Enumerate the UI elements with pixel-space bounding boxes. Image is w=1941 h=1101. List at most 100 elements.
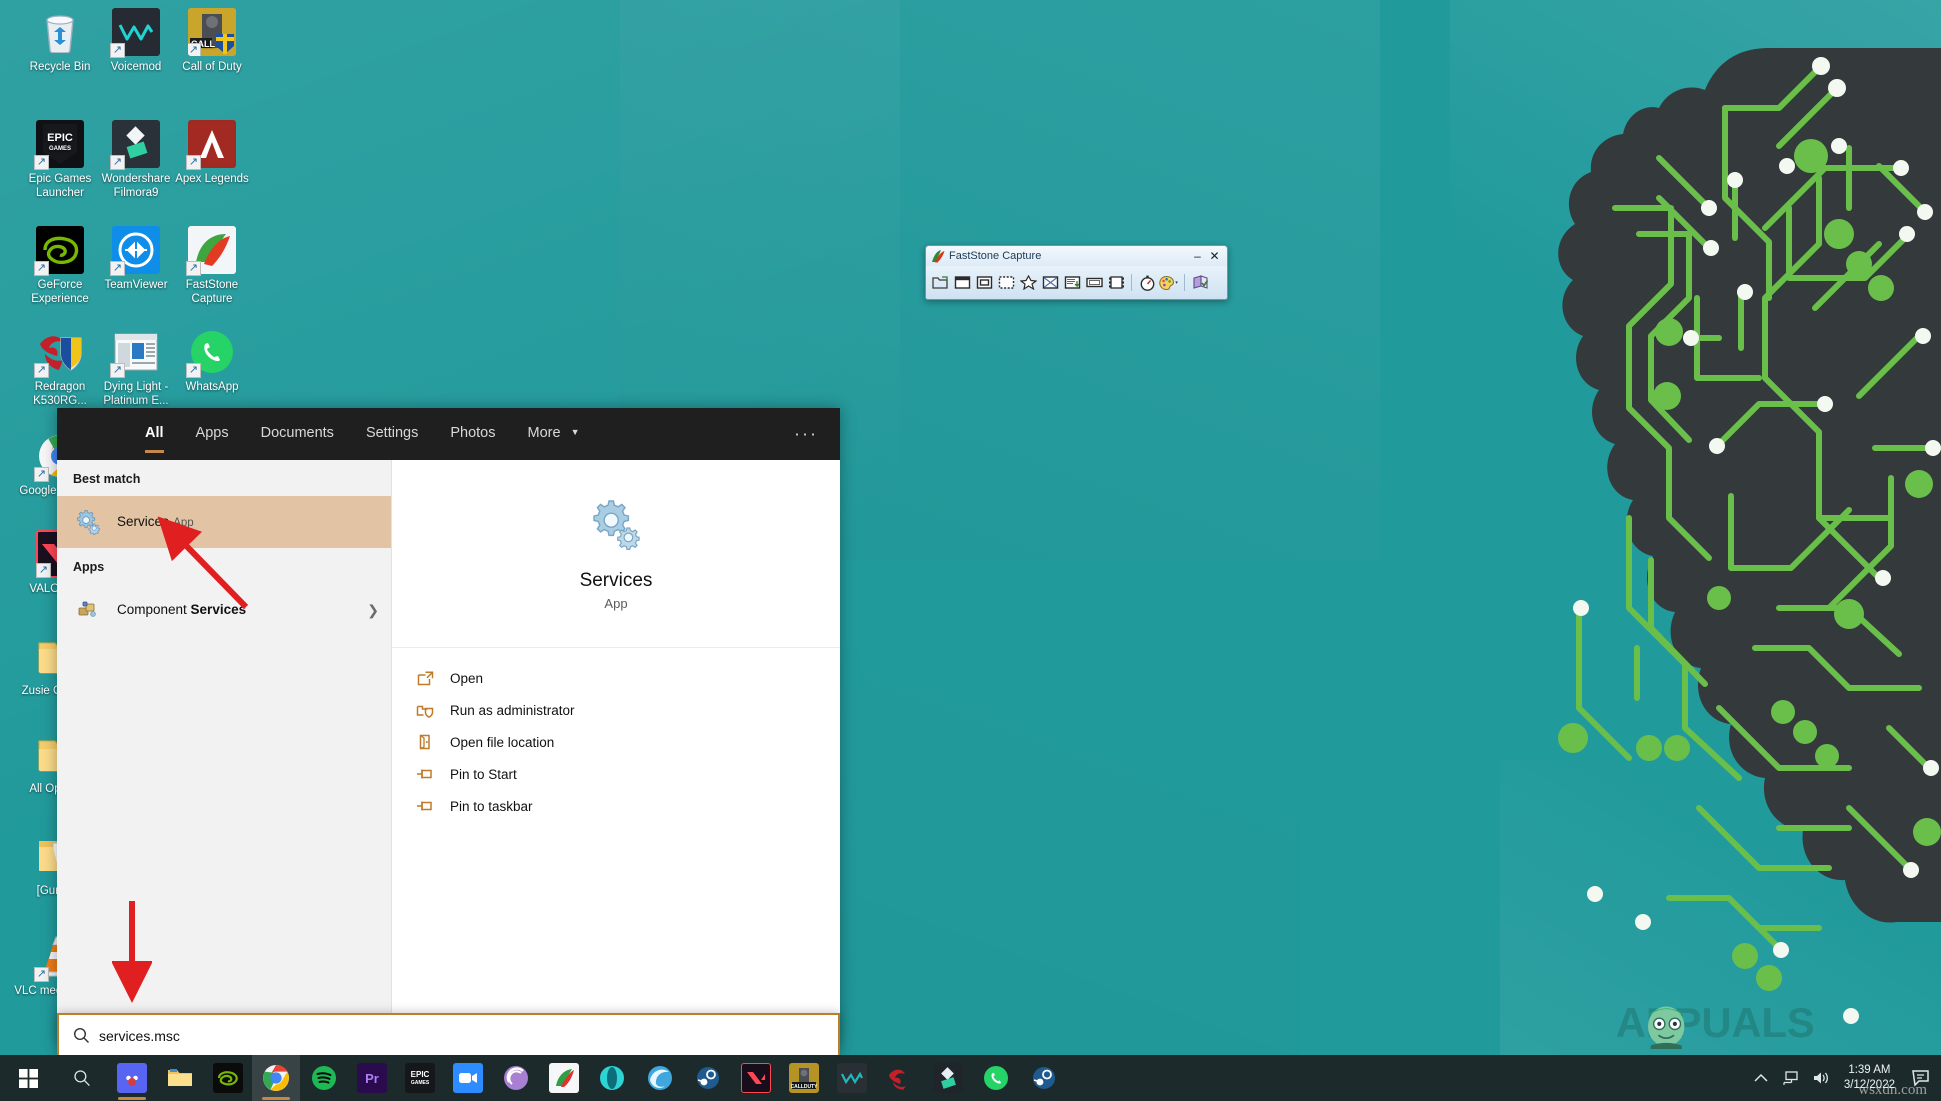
taskbar-filmora[interactable] xyxy=(924,1055,972,1101)
taskbar-zoom[interactable] xyxy=(444,1055,492,1101)
open-folder-button[interactable] xyxy=(930,273,950,293)
result-subtitle: App xyxy=(173,517,194,529)
action-label: Open xyxy=(450,670,484,686)
svg-text:CALLDUTY: CALLDUTY xyxy=(791,1084,817,1090)
search-input[interactable] xyxy=(99,1027,824,1044)
result-item-component-services[interactable]: Component Services ❯ xyxy=(57,584,391,636)
action-label: Run as administrator xyxy=(450,702,575,718)
taskbar-chrome[interactable] xyxy=(252,1055,300,1101)
preview-hero: Services App xyxy=(392,460,840,648)
capture-window-button[interactable] xyxy=(952,273,972,293)
record-video-button[interactable] xyxy=(1106,273,1126,293)
taskbar-opera-gx[interactable] xyxy=(588,1055,636,1101)
show-hidden-icons-button[interactable] xyxy=(1746,1055,1776,1101)
shortcut-overlay-icon: ↗ xyxy=(34,467,49,482)
shortcut-overlay-icon: ↗ xyxy=(186,155,201,170)
taskbar-redragon[interactable] xyxy=(876,1055,924,1101)
component-services-icon xyxy=(73,595,103,625)
desktop-icon-whatsapp[interactable]: ↗ WhatsApp xyxy=(166,328,258,395)
camera-icon xyxy=(453,1063,483,1093)
taskbar-utorrent[interactable] xyxy=(492,1055,540,1101)
tab-photos[interactable]: Photos xyxy=(434,411,511,457)
tab-label: Documents xyxy=(260,425,334,441)
tab-all[interactable]: All xyxy=(129,411,180,457)
preview-title: Services xyxy=(579,569,653,591)
start-button[interactable] xyxy=(0,1055,56,1101)
tab-label: Apps xyxy=(195,425,229,441)
taskbar-steam[interactable] xyxy=(684,1055,732,1101)
clock[interactable]: 1:39 AM 3/12/2022 xyxy=(1836,1063,1907,1093)
chevron-right-icon[interactable]: ❯ xyxy=(359,602,379,619)
search-icon xyxy=(74,1070,90,1087)
search-box[interactable] xyxy=(57,1013,840,1058)
pin-icon xyxy=(414,765,436,783)
taskbar-edge[interactable] xyxy=(636,1055,684,1101)
editor-button[interactable] xyxy=(1190,273,1210,293)
result-title: Services xyxy=(117,514,169,529)
capture-fullscreen-button[interactable] xyxy=(1040,273,1060,293)
toolbar-separator xyxy=(1131,274,1132,291)
circuit-board-wallpaper-art xyxy=(1558,48,1941,1024)
desktop-icon-label: WhatsApp xyxy=(185,381,239,393)
call-of-duty-icon: CALL ↗ xyxy=(188,8,236,56)
network-icon[interactable] xyxy=(1776,1055,1806,1101)
search-tabbar: All Apps Documents Settings Photos More … xyxy=(57,408,840,460)
folder-location-icon xyxy=(414,733,436,751)
services-gears-icon xyxy=(588,497,644,553)
tab-label: Photos xyxy=(450,425,496,441)
action-pin-to-start[interactable]: Pin to Start xyxy=(392,758,840,790)
folder-icon xyxy=(165,1063,195,1093)
taskbar-excel-like[interactable] xyxy=(540,1055,588,1101)
taskbar-explorer[interactable] xyxy=(156,1055,204,1101)
spotify-icon xyxy=(309,1063,339,1093)
taskbar-premiere[interactable]: Pr xyxy=(348,1055,396,1101)
capture-fixed-region-button[interactable] xyxy=(1084,273,1104,293)
taskbar-valorant[interactable] xyxy=(732,1055,780,1101)
taskbar-epic-games[interactable]: EPIC GAMES xyxy=(396,1055,444,1101)
shield-admin-icon xyxy=(414,701,436,719)
capture-freehand-button[interactable] xyxy=(1018,273,1038,293)
faststone-capture-window[interactable]: FastStone Capture – ✕ xyxy=(925,245,1228,300)
close-button[interactable]: ✕ xyxy=(1206,249,1223,264)
tab-settings[interactable]: Settings xyxy=(350,411,434,457)
notification-icon xyxy=(1912,1070,1929,1087)
taskbar-cod[interactable]: CALLDUTY xyxy=(780,1055,828,1101)
teamviewer-icon: ↗ xyxy=(110,226,160,276)
taskbar-voicemod[interactable] xyxy=(828,1055,876,1101)
svg-text:GAMES: GAMES xyxy=(49,146,71,152)
desktop-icon-faststone-capture[interactable]: ↗ FastStone Capture xyxy=(166,226,258,306)
taskbar-discord[interactable] xyxy=(108,1055,156,1101)
desktop-icon-call-of-duty[interactable]: CALL ↗ Call of Duty xyxy=(166,8,258,75)
action-pin-to-taskbar[interactable]: Pin to taskbar xyxy=(392,790,840,822)
taskbar-search-button[interactable] xyxy=(56,1055,108,1101)
capture-object-button[interactable] xyxy=(974,273,994,293)
action-open[interactable]: Open xyxy=(392,662,840,694)
result-item-services[interactable]: Services App xyxy=(57,496,391,548)
capture-region-button[interactable] xyxy=(996,273,1016,293)
faststone-titlebar[interactable]: FastStone Capture – ✕ xyxy=(926,246,1227,266)
windows-search-panel: All Apps Documents Settings Photos More … xyxy=(57,408,840,1045)
tab-more[interactable]: More ▼ xyxy=(512,411,596,457)
svg-text:GAMES: GAMES xyxy=(411,1080,430,1086)
edge-icon xyxy=(645,1063,675,1093)
action-run-as-administrator[interactable]: Run as administrator xyxy=(392,694,840,726)
taskbar-spotify[interactable] xyxy=(300,1055,348,1101)
volume-icon[interactable] xyxy=(1806,1055,1836,1101)
action-open-file-location[interactable]: Open file location xyxy=(392,726,840,758)
capture-scrolling-button[interactable] xyxy=(1062,273,1082,293)
chrome-icon xyxy=(261,1063,291,1093)
taskbar-steam-2[interactable] xyxy=(1020,1055,1068,1101)
tab-apps[interactable]: Apps xyxy=(180,411,245,457)
search-options-button[interactable]: ··· xyxy=(794,424,818,445)
timer-button[interactable] xyxy=(1137,273,1157,293)
taskbar-whatsapp[interactable] xyxy=(972,1055,1020,1101)
tab-documents[interactable]: Documents xyxy=(245,411,350,457)
shortcut-overlay-icon: ↗ xyxy=(188,43,201,56)
call-of-duty-icon: CALLDUTY xyxy=(789,1063,819,1093)
services-gears-icon xyxy=(73,507,103,537)
taskbar-nvidia[interactable] xyxy=(204,1055,252,1101)
settings-palette-button[interactable] xyxy=(1159,273,1179,293)
minimize-button[interactable]: – xyxy=(1189,249,1206,264)
action-center-button[interactable] xyxy=(1907,1055,1935,1101)
desktop-icon-apex-legends[interactable]: ↗ Apex Legends xyxy=(166,120,258,187)
